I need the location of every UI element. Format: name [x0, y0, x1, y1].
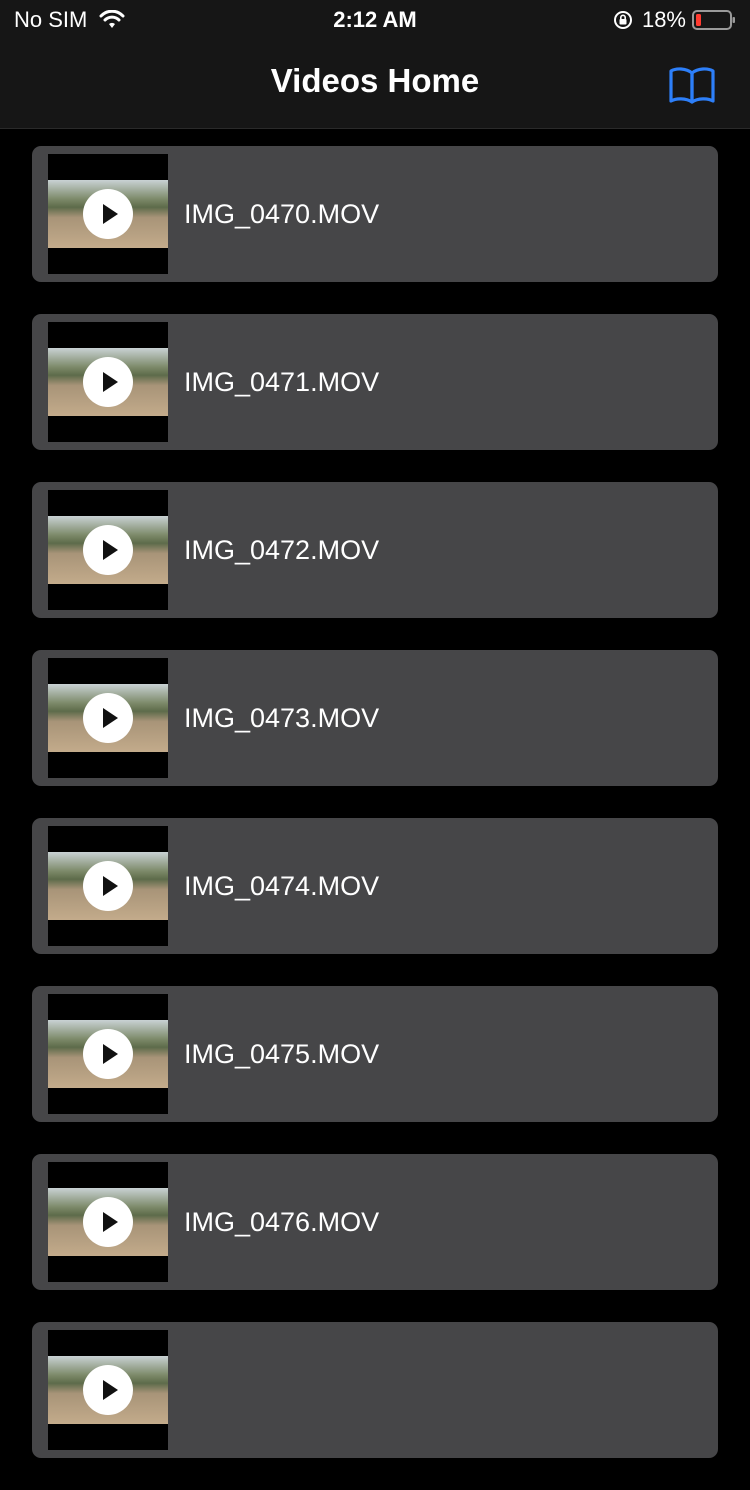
page-title: Videos Home [270, 62, 480, 99]
video-thumbnail [48, 1162, 168, 1282]
video-row[interactable]: IMG_0470.MOV [32, 146, 718, 282]
video-thumbnail [48, 490, 168, 610]
video-row[interactable]: IMG_0475.MOV [32, 986, 718, 1122]
video-row[interactable] [32, 1322, 718, 1458]
orientation-lock-icon [613, 11, 632, 29]
navigation-bar: Videos Home [0, 40, 750, 129]
play-icon[interactable] [83, 1029, 133, 1079]
status-bar: No SIM 2:12 AM 18% [0, 0, 750, 40]
video-name: IMG_0475.MOV [184, 1039, 380, 1069]
status-right: 18% [612, 7, 736, 33]
video-name: IMG_0474.MOV [184, 871, 380, 901]
battery-percent: 18% [641, 7, 686, 32]
play-icon[interactable] [83, 189, 133, 239]
video-name: IMG_0470.MOV [184, 199, 380, 229]
video-thumbnail [48, 994, 168, 1114]
video-row[interactable]: IMG_0472.MOV [32, 482, 718, 618]
video-name: IMG_0473.MOV [184, 703, 380, 733]
play-icon[interactable] [83, 861, 133, 911]
book-icon[interactable] [668, 64, 716, 106]
play-icon[interactable] [83, 1365, 133, 1415]
video-row[interactable]: IMG_0473.MOV [32, 650, 718, 786]
video-list: IMG_0470.MOV IMG_0471.MOV IMG_0472.MOV I… [32, 146, 718, 1490]
video-name: IMG_0476.MOV [184, 1207, 380, 1237]
play-icon[interactable] [83, 357, 133, 407]
video-row[interactable]: IMG_0471.MOV [32, 314, 718, 450]
video-row[interactable]: IMG_0474.MOV [32, 818, 718, 954]
video-thumbnail [48, 658, 168, 778]
play-icon[interactable] [83, 1197, 133, 1247]
video-thumbnail [48, 154, 168, 274]
video-thumbnail [48, 826, 168, 946]
video-thumbnail [48, 322, 168, 442]
video-thumbnail [48, 1330, 168, 1450]
play-icon[interactable] [83, 525, 133, 575]
video-name: IMG_0471.MOV [184, 367, 380, 397]
video-name: IMG_0472.MOV [184, 535, 380, 565]
battery-icon [692, 10, 735, 30]
play-icon[interactable] [83, 693, 133, 743]
video-row[interactable]: IMG_0476.MOV [32, 1154, 718, 1290]
